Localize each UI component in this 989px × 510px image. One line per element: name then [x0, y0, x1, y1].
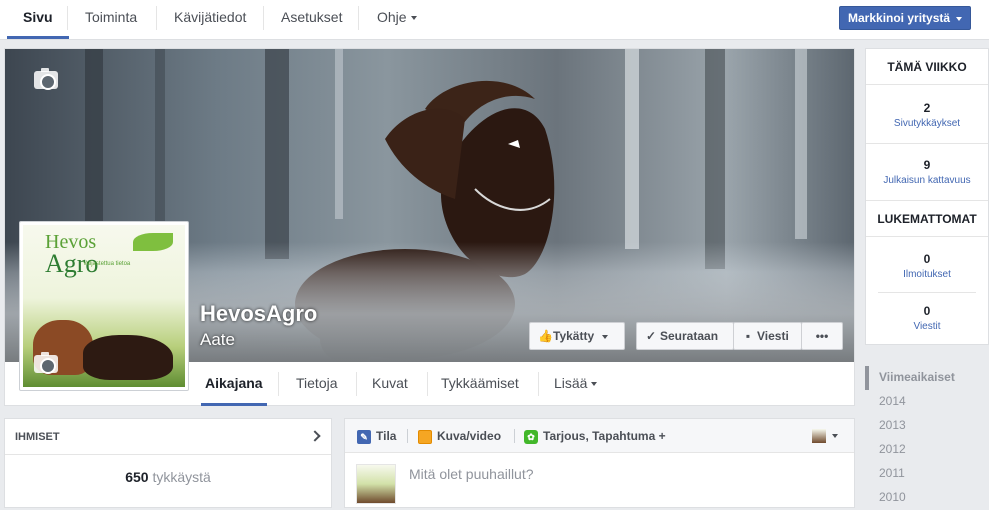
composer-input[interactable]: Mitä olet puuhaillut? [409, 466, 534, 482]
tab-help[interactable]: Ohje [361, 0, 433, 39]
pencil-icon: ✎ [357, 429, 371, 444]
caret-down-icon [956, 16, 963, 21]
people-header[interactable]: IHMISET [5, 419, 331, 455]
tab-likes[interactable]: Tykkäämiset [437, 362, 523, 406]
likes-count: 650 [125, 469, 149, 485]
photo-label: Kuva/video [437, 429, 502, 443]
page-avatar [356, 464, 396, 504]
composer-tab-photo[interactable]: Kuva/video [418, 419, 501, 453]
year-recent[interactable]: Viimeaikaiset [865, 366, 989, 390]
notifications-value: 0 [923, 252, 931, 266]
divider [514, 429, 515, 443]
profile-logo-text: Hevos Agro [45, 231, 98, 277]
leaf-logo-shape [133, 233, 173, 251]
composer-tabs: ✎ Tila Kuva/video ✿ Tarjous, Tapahtuma + [345, 419, 854, 453]
status-label: Tila [376, 429, 397, 443]
post-composer: ✎ Tila Kuva/video ✿ Tarjous, Tapahtuma + M… [344, 418, 855, 508]
page-nav-tabs: Aikajana Tietoja Kuvat Tykkäämiset Lisää [5, 362, 854, 406]
following-label: Seurataan [660, 329, 719, 343]
likes-label: tykkäystä [152, 469, 211, 485]
check-icon: ✓ [645, 329, 657, 343]
people-card: IHMISET 650 tykkäystä [4, 418, 332, 508]
page-avatar-small-icon [812, 428, 826, 443]
divider [407, 429, 408, 443]
liked-label: Tykätty [553, 329, 595, 343]
composer-tab-offer-event[interactable]: ✿ Tarjous, Tapahtuma + [524, 419, 666, 453]
year-2014[interactable]: 2014 [865, 390, 989, 414]
offer-icon: ✿ [524, 429, 538, 444]
divider [67, 6, 68, 30]
photo-icon [418, 429, 432, 444]
more-dots-icon: ••• [815, 329, 829, 343]
tab-timeline[interactable]: Aikajana [201, 362, 267, 406]
year-2011[interactable]: 2011 [865, 462, 989, 486]
chevron-right-icon[interactable] [309, 430, 321, 442]
audience-selector[interactable] [812, 428, 842, 444]
page-likes-value: 2 [923, 101, 931, 115]
year-2010[interactable]: 2010 [865, 486, 989, 510]
liked-button[interactable]: 👍Tykätty [529, 322, 625, 350]
divider [263, 6, 264, 30]
promote-business-button[interactable]: Markkinoi yritystä [839, 6, 971, 30]
logo-tagline: Valjastettua tietoa [83, 261, 131, 267]
divider [427, 372, 428, 396]
composer-body[interactable]: Mitä olet puuhaillut? [345, 453, 854, 508]
tab-activity[interactable]: Toiminta [69, 0, 153, 39]
messages-stat[interactable]: 0 Viestit [866, 304, 988, 332]
page-category: Aate [200, 330, 235, 349]
divider [538, 372, 539, 396]
caret-down-icon [832, 433, 838, 438]
tab-photos[interactable]: Kuvat [368, 362, 412, 406]
year-2012[interactable]: 2012 [865, 438, 989, 462]
change-cover-camera-icon[interactable] [34, 68, 58, 90]
page-header-card: Hevos Agro Valjastettua tietoa HevosAgro… [4, 48, 855, 406]
tab-page[interactable]: Sivu [7, 0, 69, 39]
divider [878, 292, 976, 293]
speech-bubble-icon: ▪ [745, 329, 751, 343]
unread-header: LUKEMATTOMAT [866, 201, 988, 237]
this-week-header: TÄMÄ VIIKKO [866, 49, 988, 85]
page-admin-bar: Sivu Toiminta Kävijätiedot Asetukset Ohj… [0, 0, 989, 40]
divider [356, 372, 357, 396]
message-label: Viesti [757, 329, 789, 343]
this-week-stats: TÄMÄ VIIKKO 2 Sivutykkäykset 9 Julkaisun… [865, 48, 989, 345]
divider [358, 6, 359, 30]
timeline-years-nav: Viimeaikaiset 2014 2013 2012 2011 2010 [865, 366, 989, 510]
tab-help-label: Ohje [377, 9, 407, 25]
message-button[interactable]: ▪ Viesti [733, 322, 802, 350]
page-likes-label[interactable]: Sivutykkäykset [866, 118, 988, 129]
tab-insights[interactable]: Kävijätiedot [158, 0, 262, 39]
notifications-label[interactable]: Ilmoitukset [866, 269, 988, 280]
post-reach-stat[interactable]: 9 Julkaisun kattavuus [866, 158, 988, 186]
people-title: IHMISET [15, 431, 60, 443]
caret-down-icon [602, 334, 609, 339]
year-2013[interactable]: 2013 [865, 414, 989, 438]
page-name: HevosAgro [200, 301, 318, 326]
post-reach-value: 9 [923, 158, 931, 172]
composer-tab-status[interactable]: ✎ Tila [357, 419, 396, 453]
more-options-button[interactable]: ••• [801, 322, 843, 350]
caret-down-icon [410, 16, 417, 21]
messages-value: 0 [923, 304, 931, 318]
divider [156, 6, 157, 30]
promote-label: Markkinoi yritystä [848, 11, 951, 25]
divider [866, 143, 988, 144]
tab-more[interactable]: Lisää [550, 362, 601, 406]
divider [278, 372, 279, 396]
tab-about[interactable]: Tietoja [292, 362, 342, 406]
following-button[interactable]: ✓ Seurataan [636, 322, 734, 350]
offer-label: Tarjous, Tapahtuma + [543, 429, 666, 443]
page-likes-stat[interactable]: 2 Sivutykkäykset [866, 101, 988, 129]
thumbs-up-icon: 👍 [538, 329, 553, 343]
post-reach-label[interactable]: Julkaisun kattavuus [866, 175, 988, 186]
tab-settings[interactable]: Asetukset [265, 0, 358, 39]
notifications-stat[interactable]: 0 Ilmoitukset [866, 252, 988, 280]
messages-label[interactable]: Viestit [866, 321, 988, 332]
tab-more-label: Lisää [554, 375, 588, 391]
likes-count-row: 650 tykkäystä [5, 469, 331, 485]
caret-down-icon [591, 382, 598, 387]
